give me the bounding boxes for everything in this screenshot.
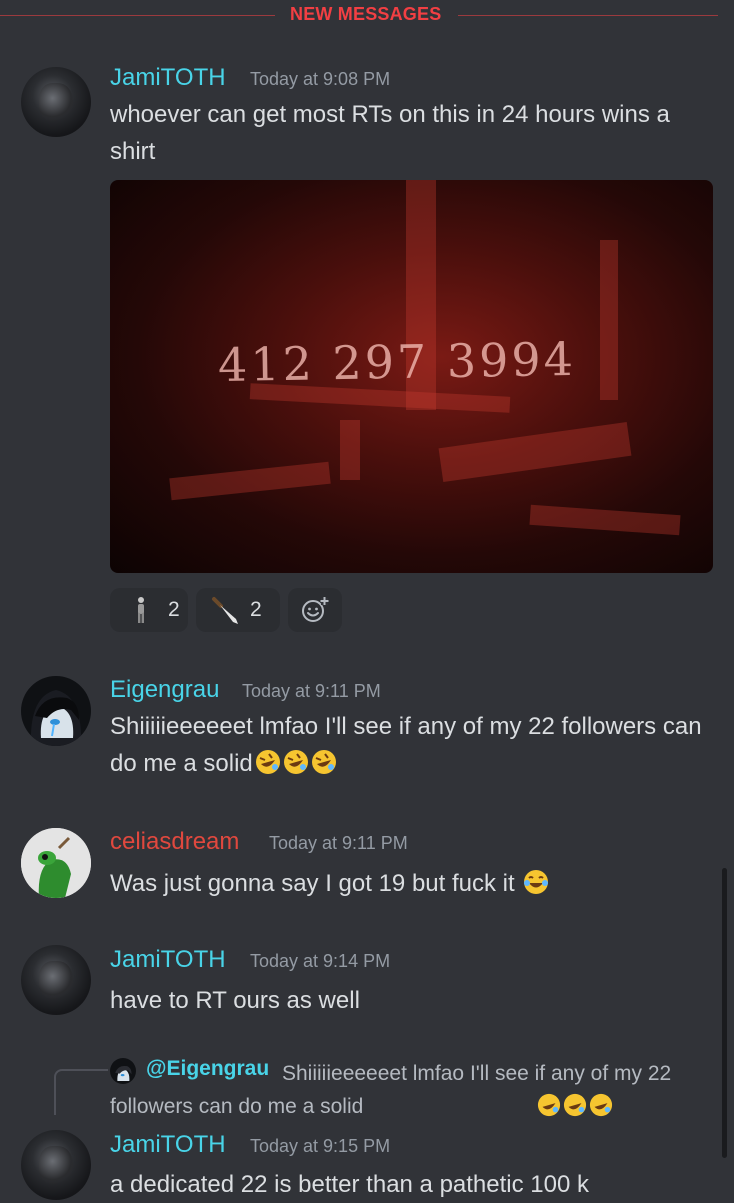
reaction-knife[interactable]: 2	[196, 588, 280, 632]
anime-character-avatar-icon	[30, 690, 82, 746]
frog-avatar-icon	[21, 828, 91, 898]
reply-preview-text: Shiiiiieeeeeet lmfao I'll see if any of …	[110, 1062, 672, 1118]
rolling-on-floor-laughing-icon	[391, 1093, 587, 1117]
message-text: Was just gonna say I got 19 but fuck it	[110, 865, 720, 902]
author-name[interactable]: celiasdream	[110, 828, 239, 856]
divider-line-right	[458, 15, 718, 16]
timestamp: Today at 9:14 PM	[250, 951, 391, 971]
timestamp: Today at 9:08 PM	[250, 69, 391, 89]
rolling-on-floor-laughing-icon	[255, 749, 281, 775]
add-reaction-icon	[302, 597, 329, 622]
avatar[interactable]	[21, 945, 91, 1015]
rolling-on-floor-laughing-icon	[283, 749, 309, 775]
message-text: whoever can get most RTs on this in 24 h…	[110, 101, 670, 165]
author-name[interactable]: JamiTOTH	[110, 1131, 226, 1159]
message-text: a dedicated 22 is better than a pathetic…	[110, 1171, 590, 1198]
avatar[interactable]	[21, 828, 91, 898]
reply-spine	[54, 1069, 108, 1115]
avatar[interactable]	[21, 1130, 91, 1200]
scrollbar[interactable]	[722, 868, 727, 1158]
timestamp: Today at 9:11 PM	[242, 681, 381, 701]
reaction-count: 2	[168, 598, 180, 621]
author-name[interactable]: JamiTOTH	[110, 946, 226, 974]
message-text: have to RT ours as well	[110, 987, 360, 1014]
knife-icon	[212, 597, 238, 624]
author-name[interactable]: Eigengrau	[110, 676, 219, 704]
avatar[interactable]	[21, 67, 91, 137]
rolling-on-floor-laughing-icon	[311, 749, 337, 775]
divider-line-left	[0, 15, 275, 16]
person-standing-icon	[138, 597, 144, 623]
rolling-on-floor-laughing-icon	[365, 1093, 561, 1117]
add-reaction-button[interactable]	[288, 588, 342, 632]
tears-of-joy-icon	[523, 869, 549, 895]
avatar[interactable]	[21, 676, 91, 746]
new-messages-divider: NEW MESSAGES	[0, 0, 734, 30]
new-messages-label: NEW MESSAGES	[290, 4, 442, 24]
reaction-count: 2	[250, 598, 262, 621]
image-attachment[interactable]: 412 297 3994	[110, 180, 713, 573]
attachment-handwritten-number: 412 297 3994	[217, 331, 577, 393]
reaction-person[interactable]: 2	[110, 588, 188, 632]
timestamp: Today at 9:11 PM	[269, 833, 408, 853]
timestamp: Today at 9:15 PM	[250, 1136, 391, 1156]
rolling-on-floor-laughing-icon	[417, 1093, 613, 1117]
message-text: Shiiiiieeeeeet lmfao I'll see if any of …	[110, 713, 702, 777]
author-name[interactable]: JamiTOTH	[110, 64, 226, 92]
